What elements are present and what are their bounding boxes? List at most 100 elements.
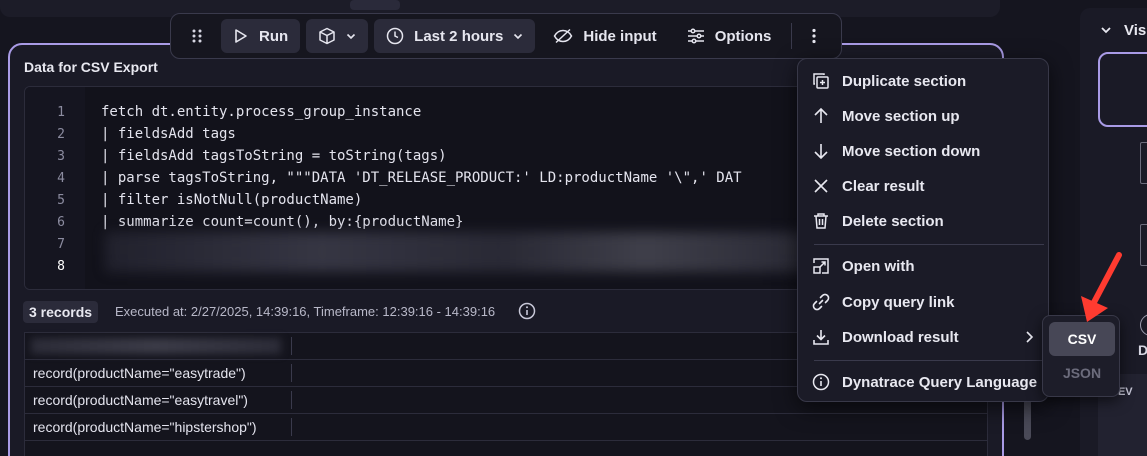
menu-item-dql-help[interactable]: Dynatrace Query Language	[798, 365, 1048, 399]
duplicate-icon	[813, 73, 829, 89]
menu-item-clear-result[interactable]: Clear result	[798, 169, 1048, 203]
code-text: | fieldsAdd tagsToString = toString(tags…	[101, 148, 447, 164]
options-button[interactable]: Options	[675, 19, 784, 53]
line-number: 5	[57, 193, 65, 208]
cube-icon	[319, 27, 335, 45]
code-text: | summarize count=count(), by:{productNa…	[101, 214, 464, 230]
menu-item-copy-query-link[interactable]: Copy query link	[798, 285, 1048, 319]
eye-off-icon	[554, 28, 573, 44]
column-divider[interactable]	[291, 337, 292, 355]
table-cell: record(productName="easytravel")	[33, 392, 248, 408]
viz-option-circle[interactable]	[1140, 314, 1147, 336]
hide-input-button[interactable]: Hide input	[541, 19, 668, 53]
top-pill	[350, 0, 400, 10]
code-text: | filter isNotNull(productName)	[101, 192, 363, 208]
sliders-icon	[687, 28, 704, 44]
info-icon[interactable]	[518, 302, 536, 320]
more-actions-button[interactable]	[800, 19, 828, 53]
panel-title: Vis	[1124, 22, 1147, 39]
code-line: | parse tagsToString, """DATA 'DT_RELEAS…	[101, 170, 742, 186]
line-number: 4	[57, 171, 65, 186]
section-title[interactable]: Data for CSV Export	[24, 59, 158, 75]
line-gutter: 1 2 3 4 5 6 7 8	[25, 87, 85, 289]
menu-divider	[814, 244, 1044, 245]
line-number: 6	[57, 215, 65, 230]
info-icon	[812, 373, 830, 391]
menu-item-label: Delete section	[842, 212, 944, 230]
menu-item-download-result[interactable]: Download result	[798, 320, 1048, 354]
line-number: 8	[57, 259, 65, 274]
code-text: | parse tagsToString, """DATA 'DT_RELEAS…	[101, 170, 742, 186]
timeframe-label: Last 2 hours	[414, 27, 504, 45]
more-vertical-icon	[812, 28, 816, 44]
code-line: | fieldsAdd tags	[101, 126, 236, 142]
column-divider	[291, 364, 292, 382]
code-text: fetch dt.entity.process_group_instance	[101, 104, 422, 120]
viz-option-table[interactable]	[1098, 52, 1147, 127]
code-line: | filter isNotNull(productName)	[101, 192, 362, 208]
viz-option-3[interactable]	[1140, 224, 1147, 266]
open-with-icon	[813, 258, 829, 274]
code-line: fetch dt.entity.process_group_instance	[101, 104, 421, 120]
hide-input-label: Hide input	[583, 27, 657, 45]
clock-icon	[386, 27, 404, 45]
menu-item-move-down[interactable]: Move section down	[798, 134, 1048, 168]
drag-handle-icon	[192, 29, 202, 43]
menu-item-label: Clear result	[842, 177, 925, 195]
menu-item-move-up[interactable]: Move section up	[798, 99, 1048, 133]
download-icon	[813, 330, 829, 345]
pointer-arrow-icon	[1081, 252, 1122, 322]
menu-item-label: Open with	[842, 257, 915, 275]
menu-item-duplicate-section[interactable]: Duplicate section	[798, 64, 1048, 98]
menu-item-label: Dynatrace Query Language	[842, 373, 1038, 391]
menu-item-label: Duplicate section	[842, 72, 967, 90]
download-json-option[interactable]: JSON	[1049, 356, 1115, 390]
menu-item-label: Copy query link	[842, 293, 955, 311]
menu-item-label: Download result	[842, 328, 959, 346]
records-count-badge: 3 records	[23, 301, 99, 323]
download-csv-option[interactable]: CSV	[1049, 322, 1115, 356]
code-line: | summarize count=count(), by:{productNa…	[101, 214, 463, 230]
chevron-down-icon[interactable]	[1100, 24, 1112, 36]
line-number: 2	[57, 127, 65, 142]
section-actions-menu: Duplicate section Move section up Move s…	[797, 58, 1049, 402]
menu-item-open-with[interactable]: Open with	[798, 249, 1048, 283]
code-line: | fieldsAdd tagsToString = toString(tags…	[101, 148, 447, 164]
trash-icon	[814, 213, 828, 229]
table-cell: record(productName="easytrade")	[33, 365, 246, 381]
close-icon	[814, 179, 828, 193]
line-number: 3	[57, 149, 65, 164]
column-divider	[291, 418, 292, 436]
data-source-dropdown[interactable]	[306, 19, 369, 53]
arrow-up-icon	[814, 107, 828, 123]
execution-info: Executed at: 2/27/2025, 14:39:16, Timefr…	[115, 304, 496, 319]
column-divider	[291, 391, 292, 409]
redacted-header	[31, 338, 281, 354]
code-text: | fieldsAdd tags	[101, 126, 236, 142]
menu-item-delete-section[interactable]: Delete section	[798, 204, 1048, 238]
chevron-right-icon	[1026, 331, 1034, 343]
viz-label-d: D	[1138, 342, 1147, 358]
menu-divider	[814, 360, 1044, 361]
chevron-down-icon	[514, 33, 523, 40]
arrow-down-icon	[814, 144, 828, 160]
toolbar-divider	[791, 23, 793, 49]
chevron-down-icon	[347, 33, 356, 40]
viz-option-2[interactable]	[1140, 142, 1147, 184]
table-cell: record(productName="hipstershop")	[33, 419, 257, 435]
play-icon	[235, 29, 247, 43]
run-label: Run	[259, 27, 289, 45]
run-button[interactable]: Run	[221, 19, 301, 53]
line-number: 1	[57, 105, 65, 120]
options-label: Options	[714, 27, 772, 45]
link-icon	[812, 293, 830, 311]
line-number: 7	[57, 237, 65, 252]
drag-handle[interactable]	[179, 19, 215, 53]
timeframe-selector[interactable]: Last 2 hours	[374, 19, 536, 53]
menu-item-label: Move section down	[842, 142, 981, 160]
redacted-area	[105, 232, 823, 272]
download-format-submenu: CSV JSON	[1042, 315, 1120, 397]
query-editor[interactable]: 1 2 3 4 5 6 7 8 fetch dt.entity.process_…	[24, 86, 824, 290]
table-row[interactable]: record(productName="hipstershop")	[25, 414, 987, 441]
menu-item-label: Move section up	[842, 107, 960, 125]
